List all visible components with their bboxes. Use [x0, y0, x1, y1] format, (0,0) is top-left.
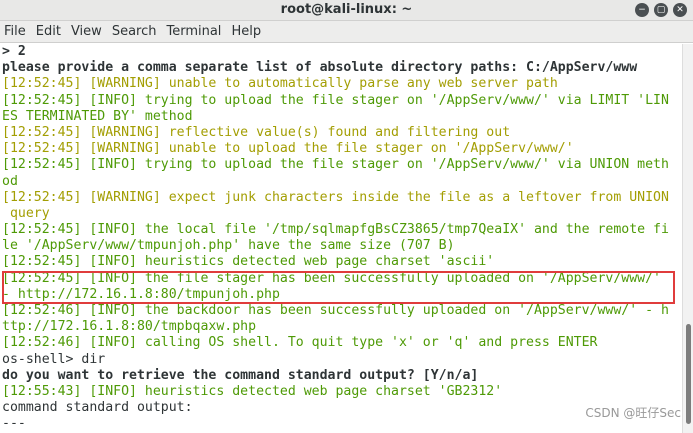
scrollbar-thumb[interactable] — [686, 324, 691, 424]
menu-edit[interactable]: Edit — [36, 24, 61, 39]
scrollbar[interactable] — [682, 44, 693, 433]
menu-file[interactable]: File — [4, 24, 26, 39]
menu-help[interactable]: Help — [231, 24, 261, 39]
terminal-line: [12:55:43] [INFO] heuristics detected we… — [2, 383, 503, 399]
minimize-icon[interactable]: − — [635, 3, 649, 17]
terminal-line: [12:52:45] [WARNING] reflective value(s)… — [2, 124, 511, 140]
terminal-line: [12:52:46] [INFO] calling OS shell. To q… — [2, 335, 598, 351]
terminal-line: os-shell> dir — [2, 351, 106, 367]
title-bar: root@kali-linux: ~ − ▢ ✕ — [0, 0, 693, 21]
terminal-line: [12:52:45] [INFO] trying to upload the f… — [2, 92, 669, 108]
terminal-line: le '/AppServ/www/tmpunjoh.php' have the … — [2, 238, 455, 254]
terminal-line: ES TERMINATED BY' method — [2, 108, 193, 124]
terminal-line: [12:52:46] [INFO] the backdoor has been … — [2, 303, 669, 318]
maximize-icon[interactable]: ▢ — [654, 3, 668, 17]
menu-search[interactable]: Search — [112, 24, 157, 39]
terminal-line: [12:52:45] [INFO] heuristics detected we… — [2, 254, 495, 270]
terminal-line: command standard output: — [2, 400, 193, 416]
terminal-line: query — [2, 205, 50, 221]
terminal-line: [12:52:45] [WARNING] unable to upload th… — [2, 141, 574, 157]
terminal-line: od — [2, 173, 18, 189]
terminal-output[interactable]: > 2 please provide a comma separate list … — [0, 44, 680, 433]
window-controls: − ▢ ✕ — [635, 3, 687, 17]
menu-terminal[interactable]: Terminal — [166, 24, 221, 39]
window-title: root@kali-linux: ~ — [280, 2, 413, 17]
menu-bar: File Edit View Search Terminal Help — [0, 21, 693, 43]
highlight-box — [2, 271, 675, 304]
close-icon[interactable]: ✕ — [673, 3, 687, 17]
terminal-line: do you want to retrieve the command stan… — [2, 367, 479, 383]
terminal-line: [12:52:45] [WARNING] expect junk charact… — [2, 189, 669, 205]
terminal-line: --- — [2, 416, 26, 432]
terminal-line: [12:52:45] [WARNING] unable to automatic… — [2, 76, 558, 92]
terminal-line: ttp://172.16.1.8:80/tmpbqaxw.php — [2, 319, 257, 335]
watermark: CSDN @旺仔Sec — [585, 406, 681, 420]
terminal-line: please provide a comma separate list of … — [2, 60, 638, 76]
terminal-line: [12:52:45] [INFO] trying to upload the f… — [2, 157, 669, 173]
terminal-line: > 2 — [2, 44, 26, 59]
menu-view[interactable]: View — [71, 24, 102, 39]
terminal-line: [12:52:45] [INFO] the local file '/tmp/s… — [2, 222, 669, 238]
